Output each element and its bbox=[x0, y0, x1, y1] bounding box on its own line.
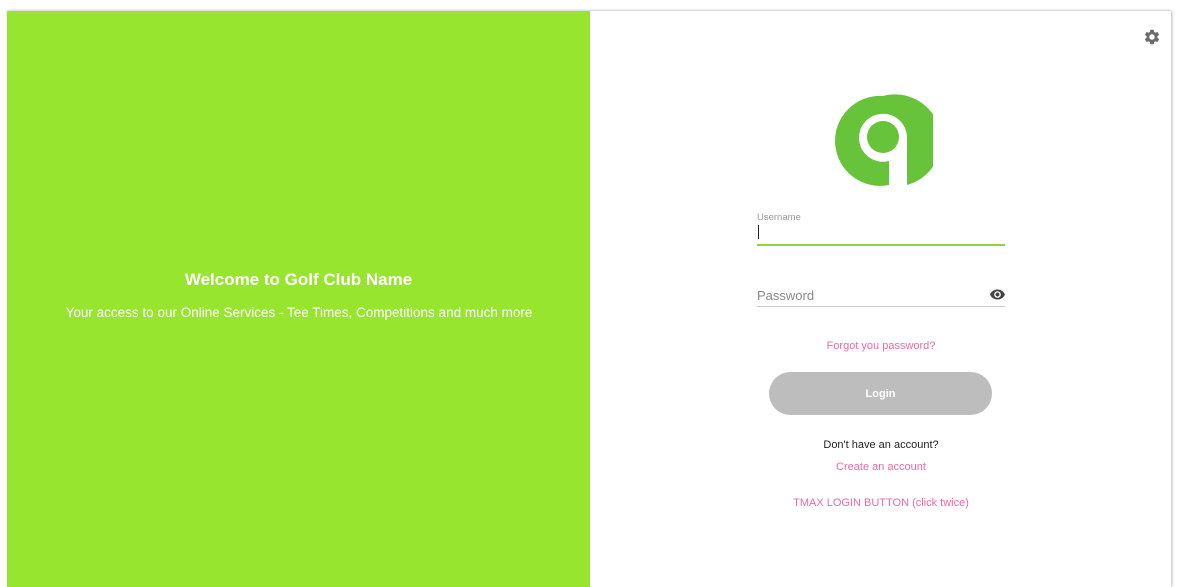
no-account-text: Don't have an account? bbox=[823, 439, 939, 451]
app-window: Welcome to Golf Club Name Your access to… bbox=[7, 11, 1171, 587]
create-account-link[interactable]: Create an account bbox=[757, 461, 1005, 473]
tmax-login-button[interactable]: TMAX LOGIN BUTTON (click twice) bbox=[757, 497, 1005, 509]
username-field[interactable]: Username bbox=[757, 211, 1005, 246]
gear-icon[interactable] bbox=[1143, 28, 1161, 46]
forgot-password-link[interactable]: Forgot you password? bbox=[757, 340, 1005, 352]
username-input[interactable] bbox=[757, 224, 1005, 242]
welcome-panel: Welcome to Golf Club Name Your access to… bbox=[7, 11, 590, 587]
password-input[interactable] bbox=[757, 285, 977, 305]
login-button[interactable]: Login bbox=[769, 372, 992, 415]
username-label: Username bbox=[757, 212, 801, 223]
welcome-title: Welcome to Golf Club Name bbox=[184, 270, 413, 289]
welcome-subtitle: Your access to our Online Services - Tee… bbox=[65, 305, 533, 320]
login-panel: Username Forgot you password? Login Don'… bbox=[590, 11, 1171, 587]
text-cursor bbox=[758, 225, 759, 239]
logo-icon bbox=[835, 94, 933, 186]
eye-icon[interactable] bbox=[990, 289, 1005, 300]
password-field[interactable] bbox=[757, 285, 1005, 307]
